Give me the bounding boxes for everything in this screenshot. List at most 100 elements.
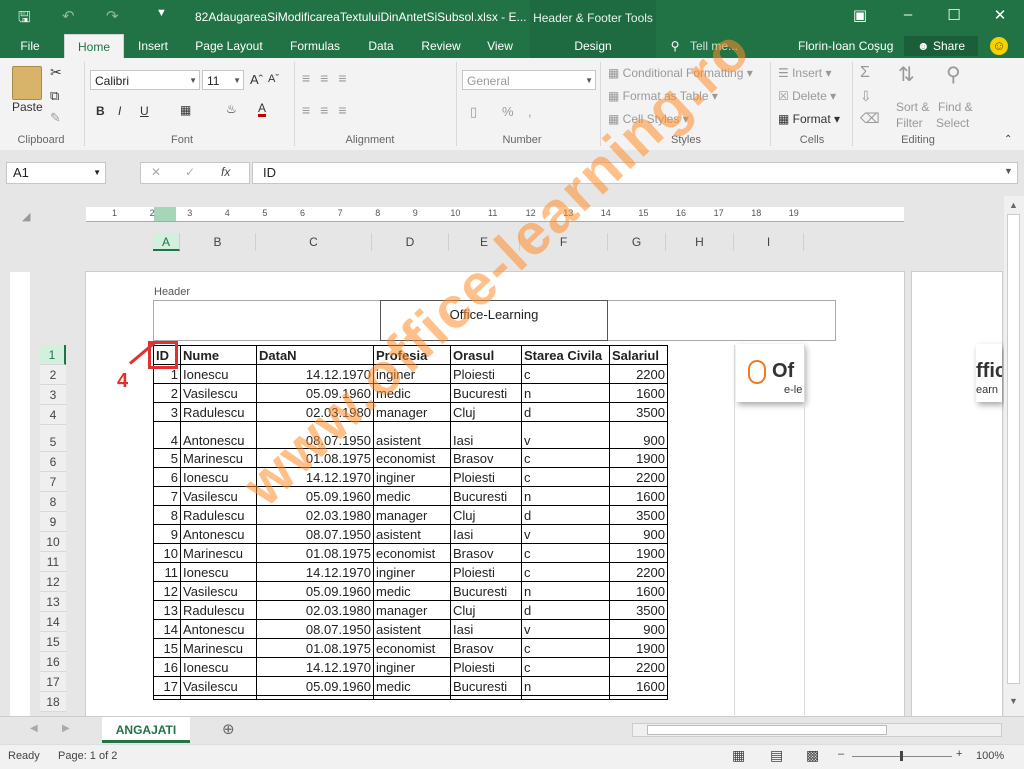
next-sheet-icon[interactable]: ▶ [62,723,70,734]
minimize-icon[interactable]: – [896,6,920,23]
column-header-g[interactable]: G [608,233,666,251]
table-header-cell[interactable]: Salariul [609,345,668,365]
table-cell[interactable]: n [521,486,610,506]
column-header-h[interactable]: H [666,233,734,251]
row-header-11[interactable]: 11 [40,552,66,572]
expand-formula-bar-icon[interactable]: ▼ [1004,166,1013,176]
table-cell[interactable]: inginer [373,467,451,487]
table-cell[interactable]: 01.08.1975 [256,638,374,658]
delete-cells-button[interactable]: ☒ Delete ▾ [778,89,836,103]
table-cell[interactable]: 14.12.1970 [256,657,374,677]
table-cell[interactable]: 3 [153,402,181,422]
zoom-in-icon[interactable]: + [956,748,962,760]
normal-view-icon[interactable]: ▦ [732,747,745,764]
name-box[interactable]: A1 ▼ [6,162,106,184]
table-cell[interactable]: 2200 [609,562,668,582]
table-cell[interactable] [256,695,374,700]
enter-icon[interactable]: ✓ [185,165,195,179]
table-cell[interactable]: Brasov [450,448,522,468]
table-cell[interactable]: 01.08.1975 [256,543,374,563]
table-cell[interactable]: economist [373,448,451,468]
cancel-icon[interactable]: ✕ [151,165,161,179]
cut-icon[interactable]: ✂ [50,64,62,81]
table-cell[interactable]: c [521,364,610,384]
table-cell[interactable] [373,695,451,700]
column-header-b[interactable]: B [180,233,256,251]
accounting-format-icon[interactable]: ▯ [470,104,477,120]
table-cell[interactable]: Bucuresti [450,383,522,403]
table-cell[interactable]: 05.09.1960 [256,581,374,601]
row-header-3[interactable]: 3 [40,385,66,405]
table-cell[interactable]: 1900 [609,448,668,468]
table-cell[interactable]: Vasilescu [180,676,257,696]
find-select-label-2[interactable]: Select [936,116,969,130]
table-cell[interactable] [609,695,668,700]
table-cell[interactable]: 2200 [609,657,668,677]
underline-icon[interactable]: U [140,104,149,118]
zoom-level[interactable]: 100% [976,750,1004,762]
row-header-10[interactable]: 10 [40,532,66,552]
prev-sheet-icon[interactable]: ◀ [30,723,38,734]
table-cell[interactable]: Vasilescu [180,581,257,601]
percent-icon[interactable]: % [502,104,514,119]
table-cell[interactable]: d [521,600,610,620]
table-cell[interactable]: 11 [153,562,181,582]
italic-icon[interactable]: I [118,104,121,118]
table-cell[interactable]: 9 [153,524,181,544]
table-cell[interactable]: Antonescu [180,524,257,544]
table-cell[interactable]: Vasilescu [180,383,257,403]
font-name-combo[interactable]: Calibri ▼ [90,70,200,90]
tab-data[interactable]: Data [358,34,404,58]
table-cell[interactable]: 1600 [609,383,668,403]
tab-review[interactable]: Review [414,34,468,58]
table-cell[interactable]: 2200 [609,467,668,487]
horizontal-align-icons[interactable]: ≡≡≡ [302,102,357,118]
table-header-cell[interactable]: Nume [180,345,257,365]
table-cell[interactable]: Cluj [450,600,522,620]
table-cell[interactable]: Ionescu [180,657,257,677]
table-cell[interactable]: Cluj [450,505,522,525]
table-cell[interactable]: 16 [153,657,181,677]
row-header-9[interactable]: 9 [40,512,66,532]
ribbon-display-options-icon[interactable]: ▣ [848,6,872,24]
table-cell[interactable]: Brasov [450,543,522,563]
table-cell[interactable]: 1600 [609,486,668,506]
row-header-15[interactable]: 15 [40,632,66,652]
copy-icon[interactable]: ⧉ [50,88,59,104]
table-cell[interactable]: Bucuresti [450,486,522,506]
vertical-align-icons[interactable]: ≡≡≡ [302,70,357,86]
font-size-combo[interactable]: 11 ▼ [202,70,244,90]
share-button[interactable]: ☻ Share [904,36,978,56]
name-box-dropdown-icon[interactable]: ▼ [93,163,101,183]
paste-button[interactable]: Paste [12,100,43,114]
table-cell[interactable]: Ploiesti [450,562,522,582]
column-header-i[interactable]: I [734,233,804,251]
table-cell[interactable]: c [521,657,610,677]
row-header-12[interactable]: 12 [40,572,66,592]
table-cell[interactable]: d [521,505,610,525]
row-header-4[interactable]: 4 [40,405,66,425]
table-cell[interactable] [521,695,610,700]
new-sheet-icon[interactable]: ⊕ [222,720,235,738]
table-cell[interactable]: asistent [373,524,451,544]
table-cell[interactable]: 05.09.1960 [256,676,374,696]
scroll-down-icon[interactable]: ▼ [1009,696,1018,706]
table-cell[interactable]: 1900 [609,638,668,658]
table-cell[interactable]: 8 [153,505,181,525]
table-cell[interactable]: v [521,524,610,544]
table-cell[interactable]: 900 [609,524,668,544]
table-cell[interactable]: n [521,676,610,696]
table-cell[interactable]: 7 [153,486,181,506]
vertical-scroll-thumb[interactable] [1007,214,1020,684]
table-cell[interactable]: c [521,638,610,658]
tab-formulas[interactable]: Formulas [282,34,348,58]
sheet-tab-angajati[interactable]: ANGAJATI [102,717,190,743]
restore-icon[interactable]: ☐ [942,6,966,24]
tab-view[interactable]: View [478,34,522,58]
tab-insert[interactable]: Insert [130,34,176,58]
table-cell[interactable]: asistent [373,421,451,449]
column-header-c[interactable]: C [256,233,372,251]
fill-icon[interactable]: ⇩ [860,88,872,105]
table-header-cell[interactable]: Starea Civila [521,345,610,365]
row-header-6[interactable]: 6 [40,452,66,472]
